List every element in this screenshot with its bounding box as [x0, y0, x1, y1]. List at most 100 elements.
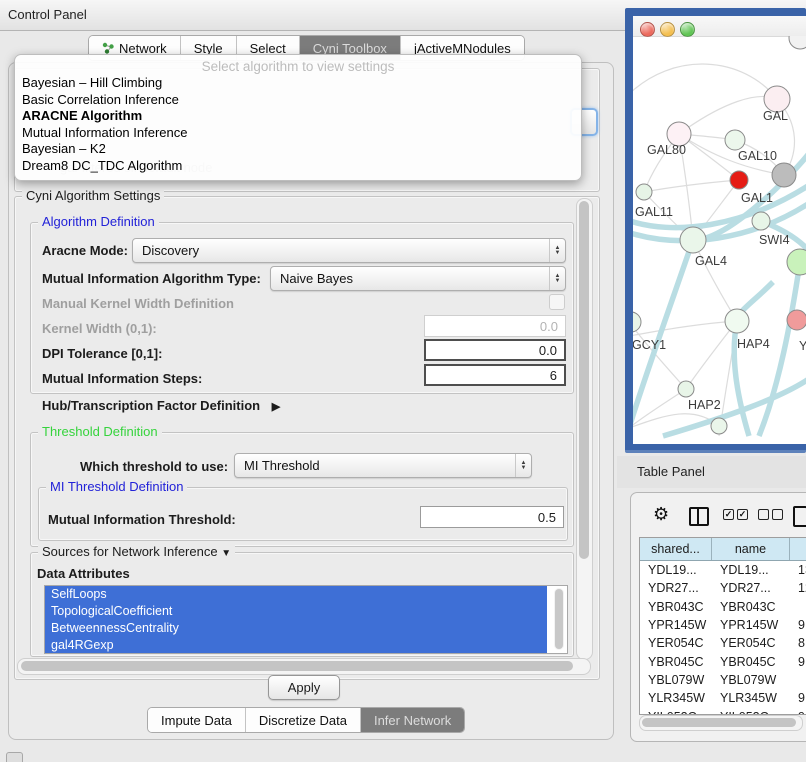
network-edge — [633, 321, 737, 336]
node-label: GAL11 — [635, 205, 673, 219]
minimize-traffic-light[interactable] — [660, 22, 675, 37]
mi-steps-field[interactable]: 6 — [424, 364, 566, 386]
zoom-traffic-light[interactable] — [680, 22, 695, 37]
network-canvas[interactable]: GALGAL80GAL10GAL1GAL11GAL4SWI4GCY1HAP4YH… — [633, 36, 806, 444]
tab-discretize-data[interactable]: Discretize Data — [246, 708, 361, 732]
node-label: GAL4 — [695, 254, 727, 268]
table-cell: 9. — [790, 616, 806, 634]
combo-arrows-icon: ▲▼ — [549, 267, 565, 290]
table-cell: 9. — [790, 689, 806, 707]
table-row[interactable]: YDL19...YDL19...13 — [640, 561, 806, 579]
network-node[interactable] — [772, 163, 796, 187]
column-header[interactable] — [790, 538, 806, 560]
table-row[interactable]: YDR27...YDR27...12 — [640, 579, 806, 597]
table-row[interactable]: YBR045CYBR045C9. — [640, 652, 806, 670]
mi-threshold-label: Mutual Information Threshold: — [48, 512, 236, 527]
settings-vertical-scrollbar[interactable] — [576, 198, 593, 660]
network-node[interactable] — [787, 249, 806, 275]
kernel-width-field[interactable]: 0.0 — [424, 315, 566, 337]
column-header[interactable]: shared... — [640, 538, 712, 560]
attribute-item[interactable]: TopologicalCoefficient — [45, 603, 547, 620]
collapse-down-icon: ▼ — [221, 548, 231, 559]
data-attributes-label: Data Attributes — [37, 566, 130, 581]
table-cell: YBR045C — [640, 652, 712, 670]
manual-kernel-label: Manual Kernel Width Definition — [42, 296, 234, 311]
table-row[interactable]: YLR345WYLR345W9. — [640, 689, 806, 707]
mi-type-label: Mutual Information Algorithm Type: — [42, 271, 261, 286]
split-columns-icon[interactable] — [689, 507, 709, 526]
algorithm-option[interactable]: Mutual Information Inference — [22, 125, 187, 140]
table-cell: YDR27... — [640, 579, 712, 597]
dpi-tolerance-field[interactable]: 0.0 — [424, 339, 566, 361]
network-node-gcy1[interactable] — [633, 312, 641, 332]
table-cell: YPR145W — [640, 616, 712, 634]
settings-gear-icon[interactable]: ⚙ — [653, 505, 669, 523]
network-node[interactable] — [711, 418, 727, 434]
attributes-scrollbar[interactable] — [554, 588, 564, 650]
corner-chip[interactable] — [6, 752, 23, 762]
mi-steps-label: Mutual Information Steps: — [42, 371, 202, 386]
node-label: HAP2 — [688, 398, 721, 412]
which-threshold-combo[interactable]: MI Threshold ▲▼ — [234, 453, 532, 478]
table-row[interactable]: YPR145WYPR145W9. — [640, 616, 806, 634]
data-attributes-list: SelfLoopsTopologicalCoefficientBetweenne… — [44, 585, 568, 654]
hub-definition-toggle[interactable]: Hub/Transcription Factor Definition ▶ — [42, 398, 280, 413]
attribute-item[interactable]: SelfLoops — [45, 586, 547, 603]
sources-toggle[interactable]: Sources for Network Inference ▼ — [38, 544, 235, 559]
attribute-item[interactable]: gal4RGexp — [45, 636, 547, 653]
dpi-tolerance-label: DPI Tolerance [0,1]: — [42, 346, 162, 361]
network-window-titlebar[interactable] — [633, 16, 806, 37]
network-node-swi4[interactable] — [752, 212, 770, 230]
node-label: GAL — [763, 109, 788, 123]
network-node-gal4[interactable] — [680, 227, 706, 253]
network-icon — [102, 42, 114, 54]
select-all-icon[interactable]: ✓✓ — [723, 509, 748, 520]
algorithm-option[interactable]: Bayesian – Hill Climbing — [22, 75, 162, 90]
node-label: GAL80 — [647, 143, 686, 157]
network-node[interactable] — [789, 36, 806, 49]
algorithm-option[interactable]: ARACNE Algorithm — [22, 108, 142, 123]
threshold-title: Threshold Definition — [38, 424, 162, 439]
algorithm-option[interactable]: Dream8 DC_TDC Algorithm — [22, 158, 182, 173]
node-label: HAP4 — [737, 337, 770, 351]
algorithm-option[interactable]: Basic Correlation Inference — [22, 92, 179, 107]
table-header-row: shared...name — [640, 538, 806, 561]
which-threshold-value: MI Threshold — [235, 454, 515, 477]
table-row[interactable]: YBR043CYBR043C — [640, 598, 806, 616]
mi-type-combo[interactable]: Naive Bayes ▲▼ — [270, 266, 566, 291]
network-node-y[interactable] — [787, 310, 806, 330]
table-row[interactable]: YIL052CYIL052C9. — [640, 707, 806, 715]
function-doc-icon[interactable] — [793, 506, 806, 527]
deselect-all-icon[interactable] — [758, 509, 783, 520]
manual-kernel-checkbox[interactable] — [549, 294, 565, 310]
table-cell: 9. — [790, 652, 806, 670]
table-cell: YER054C — [640, 634, 712, 652]
network-node-gal10[interactable] — [725, 130, 745, 150]
which-threshold-label: Which threshold to use: — [80, 459, 228, 474]
table-cell: 12 — [790, 579, 806, 597]
table-horizontal-scrollbar[interactable] — [639, 715, 803, 731]
mi-threshold-title: MI Threshold Definition — [46, 479, 187, 494]
algorithm-option[interactable]: Bayesian – K2 — [22, 141, 106, 156]
column-header[interactable]: name — [712, 538, 790, 560]
table-cell: 9. — [790, 707, 806, 715]
tab-impute-data[interactable]: Impute Data — [148, 708, 246, 732]
close-traffic-light[interactable] — [640, 22, 655, 37]
table-cell: YPR145W — [712, 616, 790, 634]
settings-horizontal-scrollbar[interactable] — [17, 658, 591, 675]
network-node-gal11[interactable] — [636, 184, 652, 200]
aracne-mode-combo[interactable]: Discovery ▲▼ — [132, 238, 566, 263]
mi-threshold-field[interactable]: 0.5 — [420, 506, 564, 528]
tab-infer-network[interactable]: Infer Network — [361, 708, 464, 732]
network-node-hap2[interactable] — [678, 381, 694, 397]
network-node-gal1[interactable] — [730, 171, 748, 189]
table-row[interactable]: YBL079WYBL079W — [640, 671, 806, 689]
attribute-item[interactable]: BetweennessCentrality — [45, 620, 547, 637]
table-cell — [790, 598, 806, 616]
network-node-hap4[interactable] — [725, 309, 749, 333]
network-window-frame[interactable]: GALGAL80GAL10GAL1GAL11GAL4SWI4GCY1HAP4YH… — [625, 8, 806, 453]
table-row[interactable]: YER054CYER054C8. — [640, 634, 806, 652]
table-panel-title: Table Panel — [637, 464, 705, 479]
node-label: GAL10 — [738, 149, 777, 163]
apply-button[interactable]: Apply — [268, 675, 340, 700]
